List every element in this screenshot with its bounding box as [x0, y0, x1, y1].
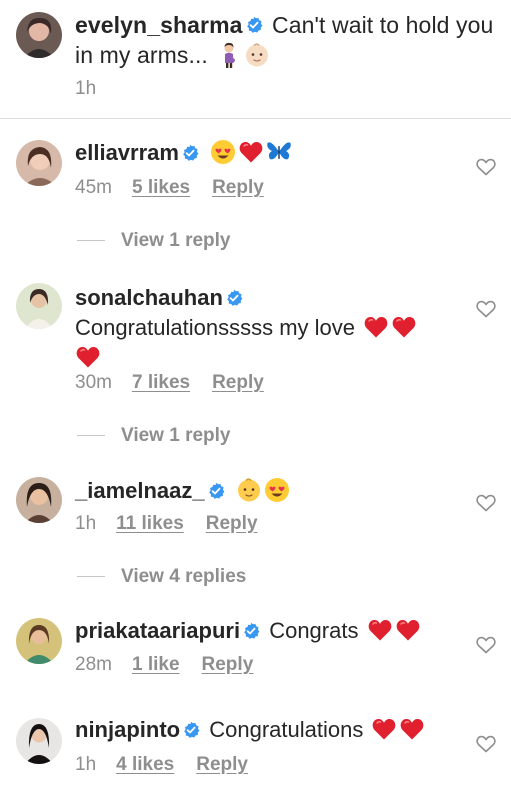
red-heart-emoji	[395, 617, 421, 643]
comment-item: sonalchauhan Congratulationsssss my love…	[0, 275, 511, 471]
comment-item: _iamelnaaz_ 1h 11 likes Reply View 4 repli…	[0, 471, 511, 606]
likes-count-link[interactable]: 5 likes	[132, 177, 190, 199]
verified-badge-icon	[182, 721, 200, 739]
view-replies-button[interactable]: View 1 reply	[77, 425, 231, 447]
blue-butterfly-emoji	[266, 139, 292, 165]
comment-timestamp: 1h	[75, 754, 97, 775]
comment-text: Congratulationsssss my love	[75, 315, 356, 340]
comment-timestamp: 30m	[75, 372, 112, 393]
like-heart-icon[interactable]	[476, 300, 496, 318]
likes-count-link[interactable]: 7 likes	[132, 372, 190, 394]
comment-username[interactable]: _iamelnaaz_	[75, 478, 205, 503]
like-heart-icon[interactable]	[476, 735, 496, 753]
red-heart-emoji	[399, 716, 425, 742]
verified-badge-icon	[181, 144, 199, 162]
post-username[interactable]: evelyn_sharma	[75, 12, 243, 38]
red-heart-emoji	[363, 314, 389, 340]
red-heart-emoji	[391, 314, 417, 340]
view-replies-button[interactable]: View 4 replies	[77, 566, 246, 588]
reply-button[interactable]: Reply	[206, 513, 258, 535]
comment-username[interactable]: priakataariapuri	[75, 618, 240, 643]
reply-button[interactable]: Reply	[212, 177, 264, 199]
view-replies-button[interactable]: View 1 reply	[77, 230, 231, 252]
comment-timestamp: 28m	[75, 654, 112, 675]
baby-face-emoji	[244, 42, 270, 68]
avatar[interactable]	[16, 12, 62, 58]
pregnant-woman-emoji	[216, 42, 242, 68]
comment-username[interactable]: ninjapinto	[75, 717, 180, 742]
view-replies-label: View 1 reply	[121, 230, 231, 251]
comment-item: ninjapinto Congratulations 1h 4 likes Repl…	[0, 700, 511, 800]
verified-badge-icon	[242, 622, 260, 640]
avatar[interactable]	[16, 140, 62, 186]
likes-count-link[interactable]: 11 likes	[116, 513, 184, 535]
comment-timestamp: 1h	[75, 513, 97, 534]
divider-line	[77, 576, 105, 578]
reply-button[interactable]: Reply	[196, 754, 248, 776]
divider-line	[77, 435, 105, 437]
heart-eyes-emoji	[210, 139, 236, 165]
view-replies-label: View 1 reply	[121, 425, 231, 446]
comment-item: elliavrram 45m 5 likes Reply View 1 reply	[0, 118, 511, 275]
avatar[interactable]	[16, 477, 62, 523]
comment-username[interactable]: elliavrram	[75, 140, 179, 165]
red-heart-emoji	[75, 344, 101, 370]
like-heart-icon[interactable]	[476, 158, 496, 176]
verified-badge-icon	[207, 482, 225, 500]
comment-text: Congratulations	[209, 717, 364, 742]
verified-badge-icon	[225, 289, 243, 307]
verified-badge-icon	[245, 16, 263, 34]
like-heart-icon[interactable]	[476, 636, 496, 654]
avatar[interactable]	[16, 718, 62, 764]
view-replies-label: View 4 replies	[121, 566, 247, 587]
baby-face-emoji	[236, 477, 262, 503]
likes-count-link[interactable]: 4 likes	[116, 754, 174, 776]
post-caption: evelyn_sharma Can't wait to hold you in …	[0, 0, 511, 119]
avatar[interactable]	[16, 283, 62, 329]
comment-item: priakataariapuri Congrats 28m 1 like Reply	[0, 606, 511, 700]
like-heart-icon[interactable]	[476, 494, 496, 512]
reply-button[interactable]: Reply	[212, 372, 264, 394]
comment-timestamp: 45m	[75, 177, 112, 198]
comment-username[interactable]: sonalchauhan	[75, 285, 223, 310]
red-heart-emoji	[367, 617, 393, 643]
red-heart-emoji	[371, 716, 397, 742]
reply-button[interactable]: Reply	[202, 654, 254, 676]
avatar[interactable]	[16, 618, 62, 664]
red-heart-emoji	[238, 139, 264, 165]
likes-count-link[interactable]: 1 like	[132, 654, 180, 676]
comment-text: Congrats	[269, 618, 359, 643]
heart-eyes-emoji	[264, 477, 290, 503]
post-timestamp: 1h	[75, 78, 97, 99]
divider-line	[77, 240, 105, 242]
